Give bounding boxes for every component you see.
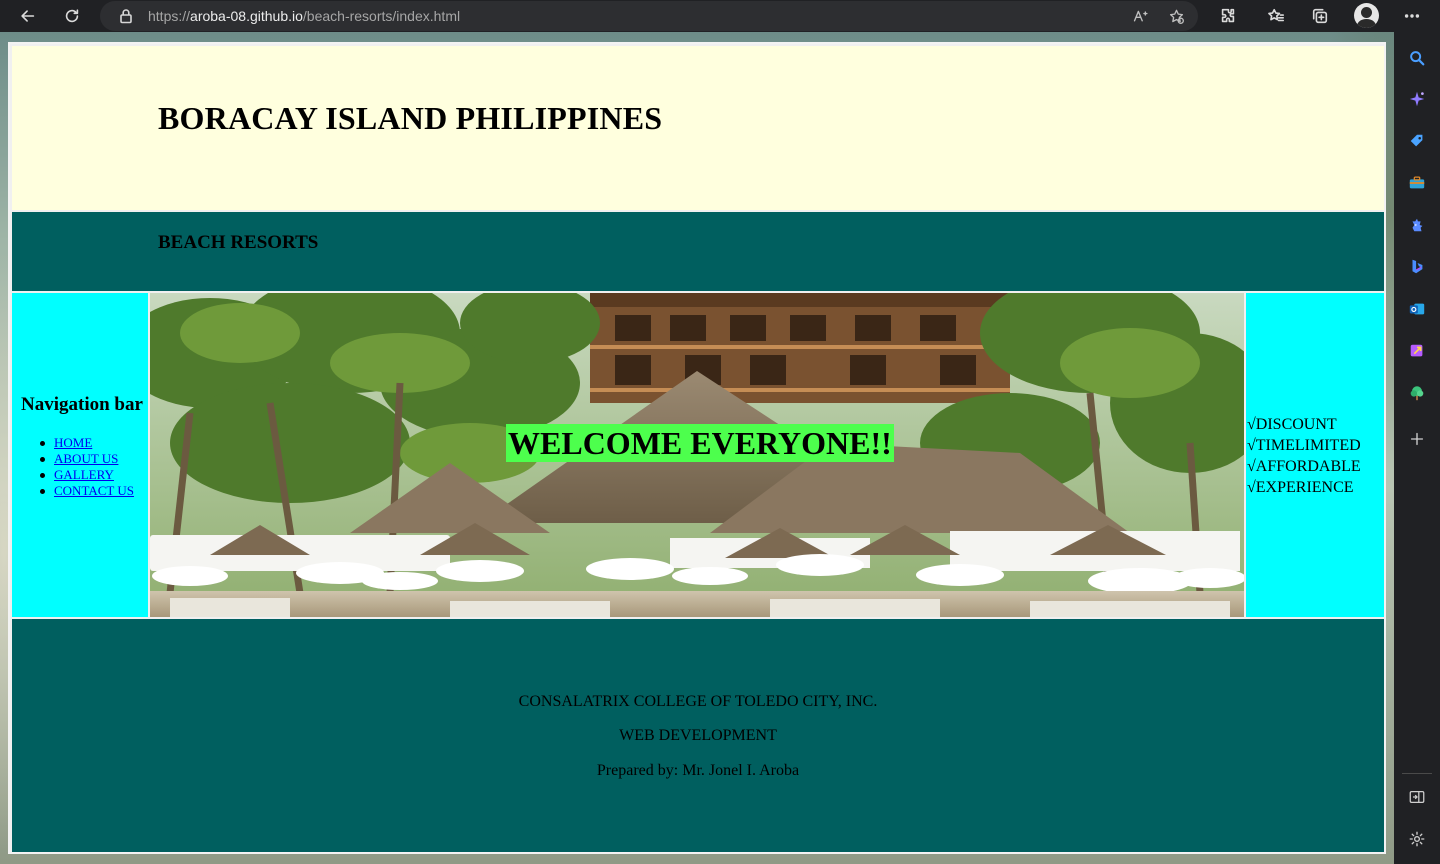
subheader-cell: BEACH RESORTS <box>12 212 1384 291</box>
profile-avatar[interactable] <box>1354 3 1379 28</box>
page-viewport: BORACAY ISLAND PHILIPPINES BEACH RESORTS… <box>0 32 1394 864</box>
url-host: aroba-08.github.io <box>190 8 303 24</box>
footer-college: CONSALATRIX COLLEGE OF TOLEDO CITY, INC. <box>518 693 878 710</box>
refresh-icon[interactable] <box>56 0 88 32</box>
layout-table: BORACAY ISLAND PHILIPPINES BEACH RESORTS… <box>8 42 1386 854</box>
nav-item-gallery: GALLERY <box>39 467 134 483</box>
url-scheme: https:// <box>148 8 191 24</box>
welcome-banner: WELCOME EVERYONE!! <box>506 424 894 462</box>
nav-link-about[interactable]: ABOUT US <box>54 451 118 466</box>
feature-affordable: √AFFORDABLE <box>1247 458 1361 475</box>
header-cell: BORACAY ISLAND PHILIPPINES <box>12 46 1384 210</box>
shopping-icon[interactable] <box>1403 127 1431 155</box>
feature-experience: √EXPERIENCE <box>1247 479 1354 496</box>
edge-sidebar <box>1394 32 1440 864</box>
url-path: /beach-resorts/index.html <box>302 8 461 24</box>
outlook-icon[interactable] <box>1403 295 1431 323</box>
footer-author: Prepared by: Mr. Jonel I. Aroba <box>596 762 800 779</box>
nav-heading: Navigation bar <box>21 394 143 415</box>
back-icon[interactable] <box>12 0 44 32</box>
settings-icon[interactable] <box>1403 825 1431 853</box>
read-aloud-icon[interactable] <box>1130 6 1150 26</box>
address-bar[interactable]: https://aroba-08.github.io/beach-resorts… <box>100 1 1198 31</box>
navigation-cell: Navigation bar HOME ABOUT US GALLERY CON… <box>12 293 148 617</box>
tools-icon[interactable] <box>1403 169 1431 197</box>
hero-image-cell: WELCOME EVERYONE!! <box>150 293 1244 617</box>
sidebar-divider <box>1402 773 1432 774</box>
nav-item-home: HOME <box>39 435 134 451</box>
extensions-icon[interactable] <box>1212 0 1244 32</box>
url-text[interactable]: https://aroba-08.github.io/beach-resorts… <box>148 1 460 31</box>
page-title: BORACAY ISLAND PHILIPPINES <box>158 100 663 136</box>
bing-icon[interactable] <box>1403 253 1431 281</box>
drop-icon[interactable] <box>1403 337 1431 365</box>
split-screen-icon[interactable] <box>1403 783 1431 811</box>
collections-icon[interactable] <box>1304 0 1336 32</box>
nav-list: HOME ABOUT US GALLERY CONTACT US <box>39 435 134 499</box>
footer-cell: CONSALATRIX COLLEGE OF TOLEDO CITY, INC.… <box>12 619 1384 852</box>
search-icon[interactable] <box>1403 44 1431 72</box>
copilot-icon[interactable] <box>1403 85 1431 113</box>
nav-item-about: ABOUT US <box>39 451 134 467</box>
favorites-icon[interactable] <box>1260 0 1292 32</box>
feature-timelimited: √TIMELIMITED <box>1247 437 1361 454</box>
nav-link-gallery[interactable]: GALLERY <box>54 467 114 482</box>
add-favorite-icon[interactable] <box>1166 6 1186 26</box>
browser-toolbar: https://aroba-08.github.io/beach-resorts… <box>0 0 1440 32</box>
features-list: √DISCOUNT √TIMELIMITED √AFFORDABLE √EXPE… <box>1247 414 1361 498</box>
nav-link-contact[interactable]: CONTACT US <box>54 483 134 498</box>
tree-icon[interactable] <box>1403 379 1431 407</box>
footer-course: WEB DEVELOPMENT <box>619 727 777 744</box>
nav-item-contact: CONTACT US <box>39 483 134 499</box>
games-icon[interactable] <box>1403 211 1431 239</box>
features-cell: √DISCOUNT √TIMELIMITED √AFFORDABLE √EXPE… <box>1246 293 1384 617</box>
lock-icon[interactable] <box>117 7 135 25</box>
add-icon[interactable] <box>1403 425 1431 453</box>
nav-link-home[interactable]: HOME <box>54 435 92 450</box>
feature-discount: √DISCOUNT <box>1247 416 1337 433</box>
page-subtitle: BEACH RESORTS <box>158 232 319 253</box>
more-icon[interactable] <box>1396 0 1428 32</box>
